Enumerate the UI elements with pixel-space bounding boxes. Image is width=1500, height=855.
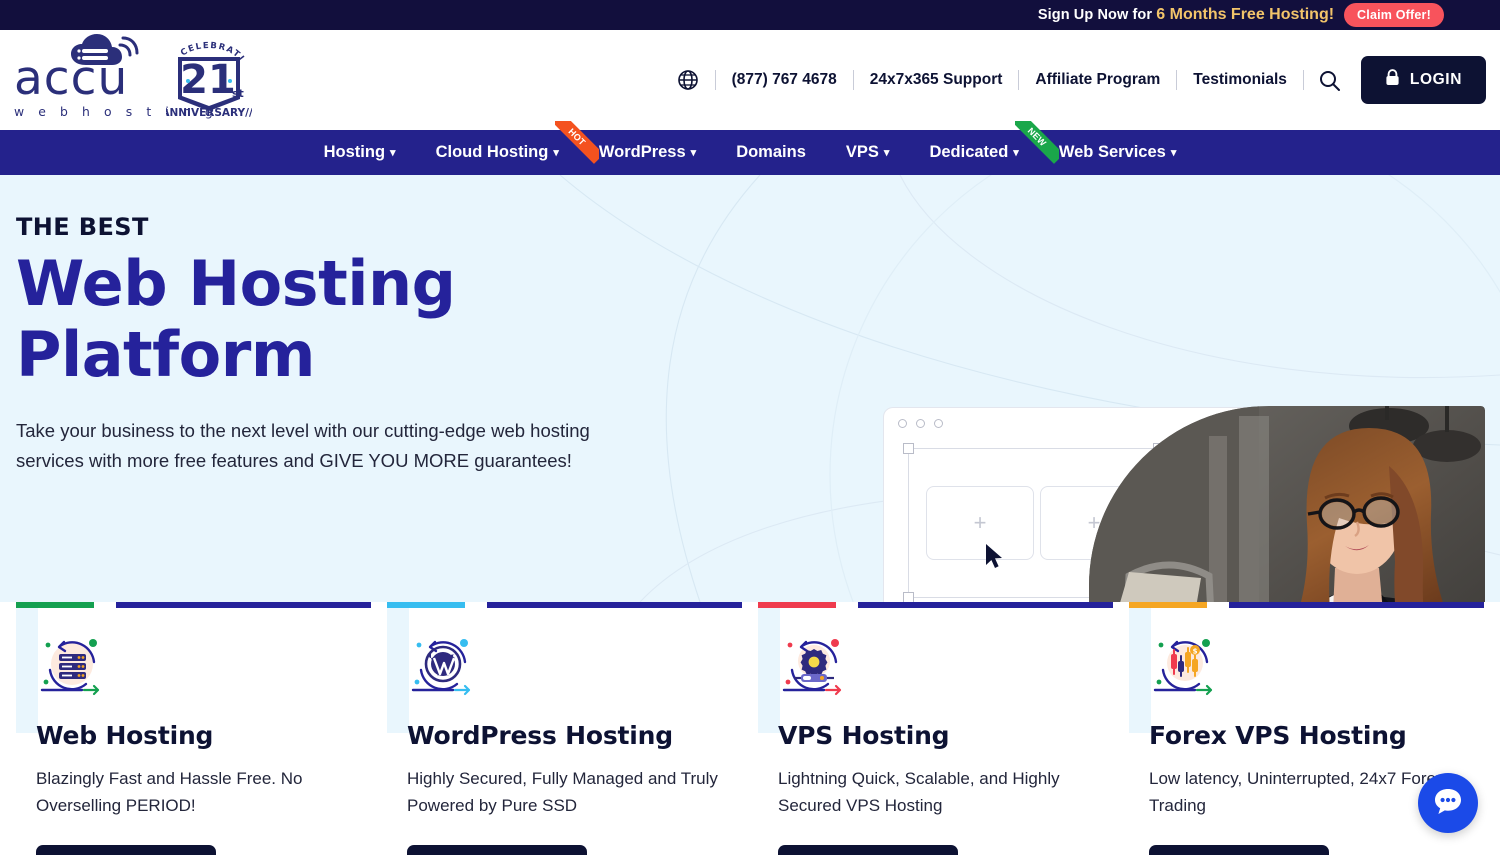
card-cta-button[interactable]: Get Started	[778, 845, 958, 855]
wordpress-icon	[407, 639, 479, 704]
card-description: Low latency, Uninterrupted, 24x7 Forex T…	[1149, 769, 1445, 816]
card-body: WordPress Hosting Highly Secured, Fully …	[387, 602, 742, 855]
anniversary-badge: 21 st CELEBRATING ANNIVERSARY///	[161, 34, 256, 119]
server-hosting-icon	[36, 639, 108, 704]
hero-title: Web Hosting Platform	[16, 247, 656, 391]
card-vps-hosting[interactable]: VPS Hosting Lightning Quick, Scalable, a…	[758, 602, 1113, 855]
chevron-down-icon: ▾	[883, 147, 890, 159]
chevron-down-icon: ▾	[390, 147, 396, 159]
search-icon[interactable]	[1304, 69, 1355, 92]
nav-label: Domains	[736, 143, 806, 161]
nav-item-web-services[interactable]: Web Services ▾	[1039, 130, 1197, 175]
hero-copy: THE BEST Web Hosting Platform Take your …	[16, 213, 656, 476]
lock-icon	[1385, 69, 1400, 91]
chevron-down-icon: ▾	[553, 147, 559, 159]
nav-item-cloud-hosting[interactable]: Cloud Hosting ▾ HOT	[416, 121, 599, 175]
chevron-down-icon: ▾	[690, 147, 697, 159]
card-description: Highly Secured, Fully Managed and Truly …	[407, 769, 718, 816]
chat-bubble-icon	[1432, 786, 1464, 821]
nav-item-hosting[interactable]: Hosting ▾	[304, 130, 416, 175]
nav-label: Dedicated	[929, 143, 1009, 161]
card-description: Blazingly Fast and Hassle Free. No Overs…	[36, 769, 303, 816]
card-title: Forex VPS Hosting	[1149, 721, 1407, 750]
nav-label: WordPress	[598, 143, 686, 161]
window-dot	[898, 419, 907, 428]
logo[interactable]: accu w e b h o s t i n g 21 st CELEBRATI…	[14, 34, 257, 119]
window-dots	[898, 419, 943, 428]
card-cta-button[interactable]: Get Started	[407, 845, 587, 855]
card-wordpress-hosting[interactable]: WordPress Hosting Highly Secured, Fully …	[387, 602, 742, 855]
hero-description: Take your business to the next level wit…	[16, 420, 590, 472]
support-link[interactable]: 24x7x365 Support	[854, 71, 1019, 89]
card-cta-button[interactable]: Get Started	[36, 845, 216, 855]
nav-item-wordpress[interactable]: WordPress ▾	[579, 130, 716, 175]
nav-item-domains[interactable]: Domains	[716, 130, 826, 175]
window-dot	[916, 419, 925, 428]
claim-offer-button[interactable]: Claim Offer!	[1344, 3, 1444, 27]
logo-tagline: w e b h o s t i n g	[14, 104, 218, 119]
promo-text-highlight: 6 Months Free Hosting!	[1156, 6, 1335, 23]
forex-candlestick-icon: $	[1149, 639, 1221, 704]
hero-section: THE BEST Web Hosting Platform Take your …	[0, 175, 1500, 602]
hero-title-line-2: Platform	[16, 317, 315, 391]
login-label: LOGIN	[1409, 71, 1462, 88]
hero-eyebrow: THE BEST	[16, 213, 149, 241]
promo-text: Sign Up Now for 6 Months Free Hosting!	[1038, 6, 1334, 24]
nav-label: VPS	[845, 143, 879, 161]
main-navigation: Hosting ▾ Cloud Hosting ▾ HOT WordPress …	[0, 121, 1500, 175]
vps-gear-icon	[778, 639, 850, 704]
mouse-pointer-icon	[984, 543, 1004, 574]
logo-wordmark: accu w e b h o s t i n g	[14, 34, 218, 119]
phone-number-link[interactable]: (877) 767 4678	[716, 71, 853, 89]
nav-label: Web Services	[1058, 143, 1166, 161]
nav-item-vps[interactable]: VPS ▾	[826, 130, 910, 175]
window-dot	[934, 419, 943, 428]
globe-icon[interactable]	[677, 69, 715, 91]
svg-text:st: st	[232, 87, 244, 100]
promo-text-prefix: Sign Up Now for	[1037, 7, 1157, 23]
nav-label: Cloud Hosting	[435, 143, 549, 161]
selection-line	[908, 448, 909, 598]
login-button[interactable]: LOGIN	[1360, 56, 1486, 104]
site-header: accu w e b h o s t i n g 21 st CELEBRATI…	[0, 30, 1500, 130]
hero-title-line-1: Web Hosting	[16, 247, 456, 320]
nav-label: Hosting	[323, 143, 386, 161]
testimonials-link[interactable]: Testimonials	[1177, 71, 1303, 89]
nav-item-dedicated[interactable]: Dedicated ▾ NEW	[909, 121, 1059, 175]
card-title: WordPress Hosting	[407, 721, 673, 750]
cloud-icon	[66, 31, 140, 76]
placeholder-box[interactable]: +	[926, 486, 1034, 560]
chevron-down-icon: ▾	[1170, 147, 1177, 159]
card-body: Web Hosting Blazingly Fast and Hassle Fr…	[16, 602, 371, 855]
card-cta-button[interactable]: Get Started	[1149, 845, 1329, 855]
plus-icon: +	[973, 510, 987, 535]
service-cards: Web Hosting Blazingly Fast and Hassle Fr…	[0, 602, 1500, 855]
svg-text:$: $	[1193, 648, 1198, 656]
affiliate-program-link[interactable]: Affiliate Program	[1019, 71, 1176, 89]
card-title: VPS Hosting	[778, 721, 950, 750]
selection-handle[interactable]	[903, 443, 914, 454]
card-web-hosting[interactable]: Web Hosting Blazingly Fast and Hassle Fr…	[16, 602, 371, 855]
card-body: VPS Hosting Lightning Quick, Scalable, a…	[758, 602, 1113, 855]
card-title: Web Hosting	[36, 721, 214, 750]
top-navigation: (877) 767 4678 24x7x365 Support Affiliat…	[677, 56, 1500, 104]
selection-handle[interactable]	[903, 592, 914, 602]
card-description: Lightning Quick, Scalable, and Highly Se…	[778, 769, 1060, 816]
chevron-down-icon: ▾	[1013, 147, 1019, 159]
promo-bar: Sign Up Now for 6 Months Free Hosting! C…	[0, 0, 1500, 30]
chat-widget-button[interactable]	[1418, 773, 1478, 833]
svg-text:ANNIVERSARY///: ANNIVERSARY///	[166, 107, 252, 119]
